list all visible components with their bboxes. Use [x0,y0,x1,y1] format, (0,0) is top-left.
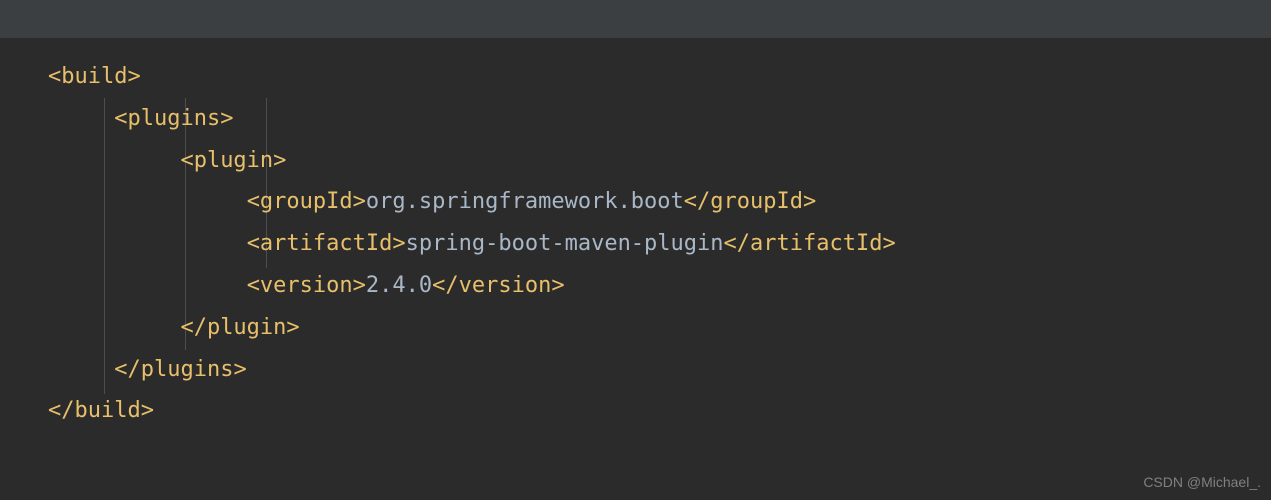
code-line[interactable]: <version>2.4.0</version> [48,265,1223,307]
xml-text: 2.4.0 [366,273,432,298]
editor-toolbar [0,0,1271,38]
xml-tag: <plugins> [114,106,233,131]
xml-text: spring-boot-maven-plugin [406,231,724,256]
code-line[interactable]: <build> [48,56,1223,98]
xml-tag: <groupId> [247,189,366,214]
xml-tag: <artifactId> [247,231,406,256]
xml-tag: </version> [432,273,564,298]
xml-tag: </build> [48,398,154,423]
code-line[interactable]: </build> [48,390,1223,432]
code-line[interactable]: </plugins> [48,349,1223,391]
watermark: CSDN @Michael_. [1143,469,1261,496]
code-line[interactable]: <artifactId>spring-boot-maven-plugin</ar… [48,223,1223,265]
code-editor[interactable]: <build> <plugins> <plugin> <groupId>org.… [0,38,1271,432]
code-line[interactable]: </plugin> [48,307,1223,349]
xml-tag: <plugin> [180,148,286,173]
code-line[interactable]: <groupId>org.springframework.boot</group… [48,181,1223,223]
xml-tag: </plugins> [114,357,246,382]
code-line[interactable]: <plugin> [48,140,1223,182]
xml-tag: <build> [48,64,141,89]
xml-text: org.springframework.boot [366,189,684,214]
xml-tag: <version> [247,273,366,298]
xml-tag: </groupId> [684,189,816,214]
xml-tag: </artifactId> [724,231,896,256]
xml-tag: </plugin> [180,315,299,340]
code-line[interactable]: <plugins> [48,98,1223,140]
